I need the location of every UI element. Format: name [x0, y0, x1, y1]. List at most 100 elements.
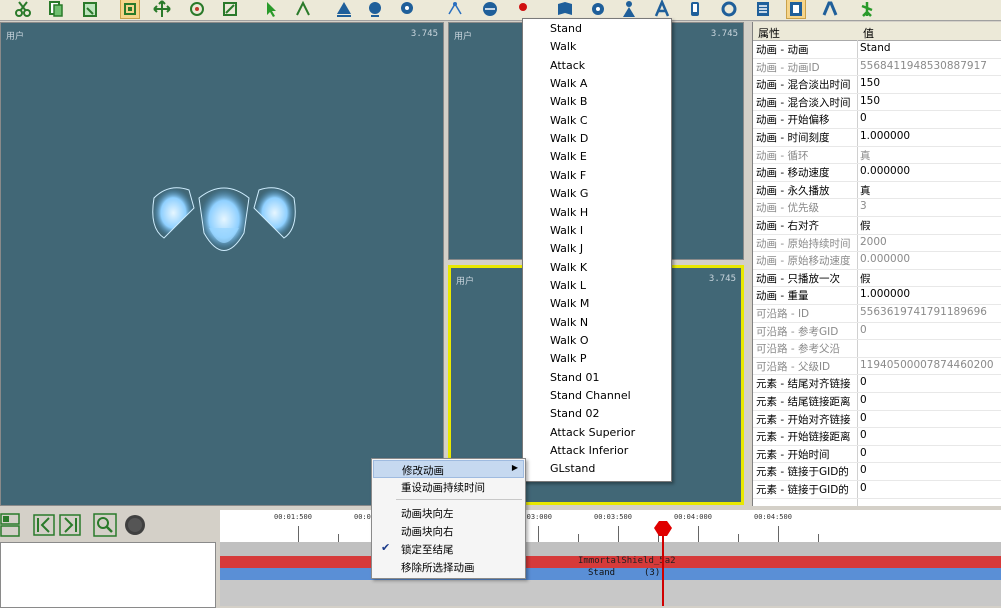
dropdown-item[interactable]: Walk B [550, 95, 587, 108]
scissors-icon[interactable] [14, 0, 32, 18]
context-menu-item[interactable]: 重设动画持续时间 [373, 478, 524, 496]
property-row[interactable]: 元素 - 开始对齐链接 0 [753, 410, 1001, 429]
property-row[interactable]: 动画 - 只播放一次 假 [753, 269, 1001, 288]
bone-alt-icon[interactable] [398, 0, 416, 18]
property-row[interactable]: 动画 - 优先级 3 [753, 198, 1001, 217]
dropdown-item[interactable]: Stand Channel [550, 389, 631, 402]
dropdown-item[interactable]: Walk D [550, 132, 588, 145]
sphere-icon[interactable] [481, 0, 499, 18]
dropdown-item[interactable]: Walk E [550, 150, 587, 163]
property-row[interactable]: 动画 - 原始持续时间 2000 [753, 234, 1001, 253]
property-value[interactable]: 0.000000 [860, 165, 1000, 177]
dropdown-item[interactable]: Walk K [550, 261, 587, 274]
context-menu-item[interactable]: 动画块向左 [373, 504, 524, 522]
property-row[interactable]: 动画 - 混合淡出时间 150 [753, 75, 1001, 94]
property-value[interactable]: 假 [860, 271, 1000, 286]
property-value[interactable]: 0 [860, 429, 1000, 441]
property-row[interactable]: 元素 - 链接于GID的 0 [753, 480, 1001, 499]
property-value[interactable]: 11940500007874460200 [860, 359, 1000, 371]
next-keyframe-button[interactable] [59, 513, 81, 537]
dropdown-item[interactable]: Walk F [550, 169, 586, 182]
context-menu-item[interactable]: 移除所选择动画 [373, 558, 524, 576]
property-value[interactable]: 0 [860, 112, 1000, 124]
property-value[interactable]: 0 [860, 412, 1000, 424]
film-icon[interactable] [786, 0, 806, 19]
dropdown-item[interactable]: Walk A [550, 77, 587, 90]
property-row[interactable]: 动画 - 右对齐 假 [753, 216, 1001, 235]
property-column-header[interactable]: 属性 [758, 25, 780, 41]
skeleton-icon[interactable] [821, 0, 839, 18]
property-row[interactable]: 动画 - 动画 Stand [753, 40, 1001, 59]
dropdown-item[interactable]: Walk G [550, 187, 588, 200]
property-value[interactable]: Stand [860, 42, 1000, 54]
animation-dropdown-list[interactable]: Stand Walk Attack Walk A Walk B Walk C Walk D W… [522, 18, 672, 482]
timeline[interactable]: 00:01:50000:02:00000:02:50000:03:00000:0… [220, 510, 1001, 606]
property-row[interactable]: 动画 - 循环 真 [753, 146, 1001, 165]
property-row[interactable]: 元素 - 开始时间 0 [753, 445, 1001, 464]
dropdown-item[interactable]: Attack Inferior [550, 444, 628, 457]
book-icon[interactable] [556, 0, 574, 18]
property-row[interactable]: 可沿路 - ID 5563619741791189696 [753, 304, 1001, 323]
list-icon[interactable] [754, 0, 772, 18]
triangle-icon[interactable] [335, 0, 353, 18]
property-row[interactable]: 动画 - 重量 1.000000 [753, 286, 1001, 305]
prev-keyframe-button[interactable] [33, 513, 55, 537]
dropdown-item[interactable]: Walk C [550, 114, 588, 127]
dropdown-item[interactable]: Walk N [550, 316, 588, 329]
timeline-ruler[interactable]: 00:01:50000:02:00000:02:50000:03:00000:0… [220, 510, 1001, 542]
dropdown-item[interactable]: Walk O [550, 334, 589, 347]
property-value[interactable]: 真 [860, 148, 1000, 163]
dropdown-item[interactable]: Walk M [550, 297, 589, 310]
property-value[interactable]: 1.000000 [860, 130, 1000, 142]
dropdown-item[interactable]: Walk P [550, 352, 586, 365]
property-row[interactable]: 元素 - 结尾对齐链接 0 [753, 374, 1001, 393]
copy-icon[interactable] [47, 0, 65, 18]
value-column-header[interactable]: 值 [863, 25, 874, 41]
text-a-icon[interactable] [653, 0, 671, 18]
record-icon[interactable] [514, 0, 532, 18]
property-value[interactable]: 150 [860, 95, 1000, 107]
property-value[interactable]: 5563619741791189696 [860, 306, 1000, 318]
property-row[interactable]: 元素 - 结尾链接距离 0 [753, 392, 1001, 411]
character-icon[interactable] [620, 0, 638, 18]
move-icon[interactable] [153, 0, 171, 18]
property-row[interactable]: 动画 - 混合淡入时间 150 [753, 93, 1001, 112]
context-menu-item[interactable]: 动画块向右 [373, 522, 524, 540]
dropdown-item[interactable]: Walk H [550, 206, 588, 219]
property-row[interactable]: 动画 - 动画ID 5568411948530887917 [753, 58, 1001, 77]
property-value[interactable]: 0 [860, 482, 1000, 494]
zoom-button[interactable] [93, 513, 117, 537]
property-row[interactable]: 动画 - 移动速度 0.000000 [753, 163, 1001, 182]
rotate-icon[interactable] [188, 0, 206, 18]
property-value[interactable]: 真 [860, 183, 1000, 198]
dropdown-item[interactable]: Stand [550, 22, 582, 35]
property-row[interactable]: 可沿路 - 父级ID 11940500007874460200 [753, 357, 1001, 376]
property-value[interactable]: 2000 [860, 236, 1000, 248]
property-row[interactable]: 动画 - 永久播放 真 [753, 181, 1001, 200]
dropdown-item[interactable]: Walk I [550, 224, 583, 237]
property-value[interactable]: 1.000000 [860, 288, 1000, 300]
context-menu-item[interactable]: 修改动画 ▶ [373, 460, 524, 478]
settings-icon[interactable] [720, 0, 738, 18]
property-value[interactable]: 5568411948530887917 [860, 60, 1000, 72]
property-row[interactable]: 元素 - 开始链接距离 0 [753, 427, 1001, 446]
playhead-marker-icon[interactable] [653, 520, 673, 540]
property-row[interactable]: 可沿路 - 参考GID 0 [753, 322, 1001, 341]
property-value[interactable]: 0.000000 [860, 253, 1000, 265]
select-icon[interactable] [120, 0, 140, 19]
dropdown-item[interactable]: Walk L [550, 279, 586, 292]
dropdown-item[interactable]: Attack Superior [550, 426, 635, 439]
figure-icon[interactable] [858, 0, 876, 18]
dropdown-item[interactable]: Walk J [550, 242, 583, 255]
property-row[interactable]: 动画 - 原始移动速度 0.000000 [753, 251, 1001, 270]
empty-track[interactable] [220, 580, 1001, 606]
dropdown-item[interactable]: Attack [550, 59, 585, 72]
property-value[interactable]: 150 [860, 77, 1000, 89]
pointer-icon[interactable] [262, 0, 280, 18]
property-row[interactable]: 动画 - 开始偏移 0 [753, 110, 1001, 129]
dropdown-item[interactable]: Stand 02 [550, 407, 599, 420]
scale-icon[interactable] [221, 0, 239, 18]
effect-track[interactable]: ImmortalShield_5a2 [220, 556, 1001, 568]
property-row[interactable]: 可沿路 - 参考父沿 [753, 339, 1001, 358]
dropdown-item[interactable]: Stand 01 [550, 371, 599, 384]
